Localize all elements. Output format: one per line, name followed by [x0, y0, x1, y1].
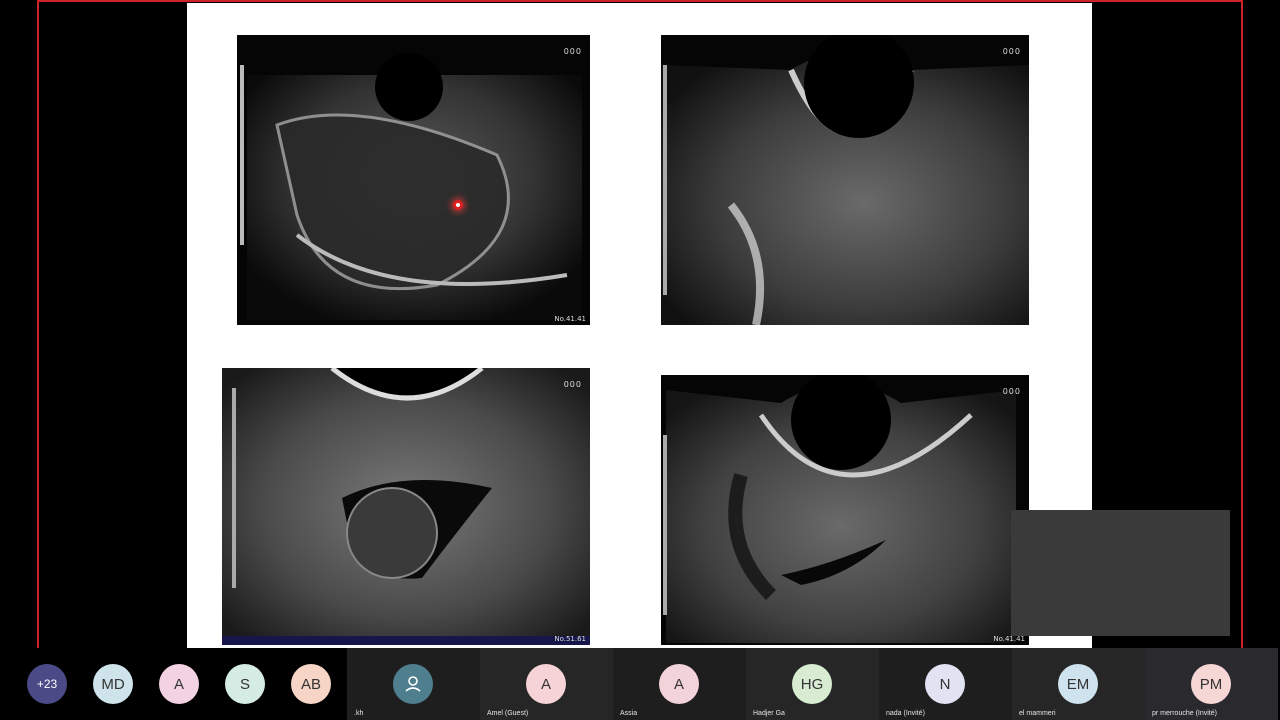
participant-tile[interactable]: A Amel (Guest) — [480, 648, 613, 720]
participant-name: el mammeri — [1019, 710, 1056, 717]
image-marker-dots: 000 — [563, 380, 582, 389]
image-marker-dots: 000 — [1002, 387, 1021, 396]
participant-avatar[interactable]: AB — [291, 664, 331, 704]
participant-tile[interactable]: .kh — [347, 648, 480, 720]
participant-avatar[interactable]: A — [159, 664, 199, 704]
ultrasound-image-3: 000 No.51.61 — [222, 368, 590, 645]
participant-avatar: A — [526, 664, 566, 704]
person-icon — [393, 664, 433, 704]
participant-avatar: HG — [792, 664, 832, 704]
more-participants-button[interactable]: +23 — [27, 664, 67, 704]
image-label: No.41.41 — [554, 315, 586, 323]
image-marker-dots: 000 — [563, 47, 582, 56]
ultrasound-image-2: 000 — [661, 35, 1029, 325]
participant-name: nada (Invité) — [886, 710, 925, 717]
participant-name: pr merrouche (Invité) — [1152, 710, 1217, 717]
participant-tile[interactable]: EM el mammeri — [1012, 648, 1145, 720]
participant-tile[interactable]: N nada (Invité) — [879, 648, 1012, 720]
participant-avatar: N — [925, 664, 965, 704]
participant-avatar: A — [659, 664, 699, 704]
participant-name: .kh — [354, 710, 364, 717]
participant-tile[interactable]: A Assia — [613, 648, 746, 720]
image-label: No.51.61 — [554, 635, 586, 643]
participant-avatar[interactable]: S — [225, 664, 265, 704]
participants-bar: +23 MD A S AB .kh A Amel (Guest) A Assia… — [0, 648, 1280, 720]
participant-avatar-group: +23 MD A S AB — [0, 648, 347, 720]
participant-avatar: PM — [1191, 664, 1231, 704]
shared-screen: 000 No.41.41 000 000 No.51.61 000 No.41.… — [0, 0, 1280, 648]
ultrasound-image-4: 000 No.41.41 — [661, 375, 1029, 645]
participant-tile[interactable]: HG Hadjer Ga — [746, 648, 879, 720]
participant-avatar: EM — [1058, 664, 1098, 704]
participant-name: Amel (Guest) — [487, 710, 529, 717]
participant-name: Hadjer Ga — [753, 710, 785, 717]
participant-name: Assia — [620, 710, 638, 717]
self-view-video[interactable] — [1011, 510, 1230, 636]
ultrasound-image-1: 000 No.41.41 — [237, 35, 590, 325]
image-marker-dots: 000 — [1002, 47, 1021, 56]
presentation-slide: 000 No.41.41 000 000 No.51.61 000 No.41.… — [187, 3, 1092, 648]
participant-avatar[interactable]: MD — [93, 664, 133, 704]
participant-tile[interactable]: PM pr merrouche (Invité) — [1145, 648, 1278, 720]
image-label: No.41.41 — [993, 635, 1025, 643]
laser-pointer — [453, 200, 463, 210]
